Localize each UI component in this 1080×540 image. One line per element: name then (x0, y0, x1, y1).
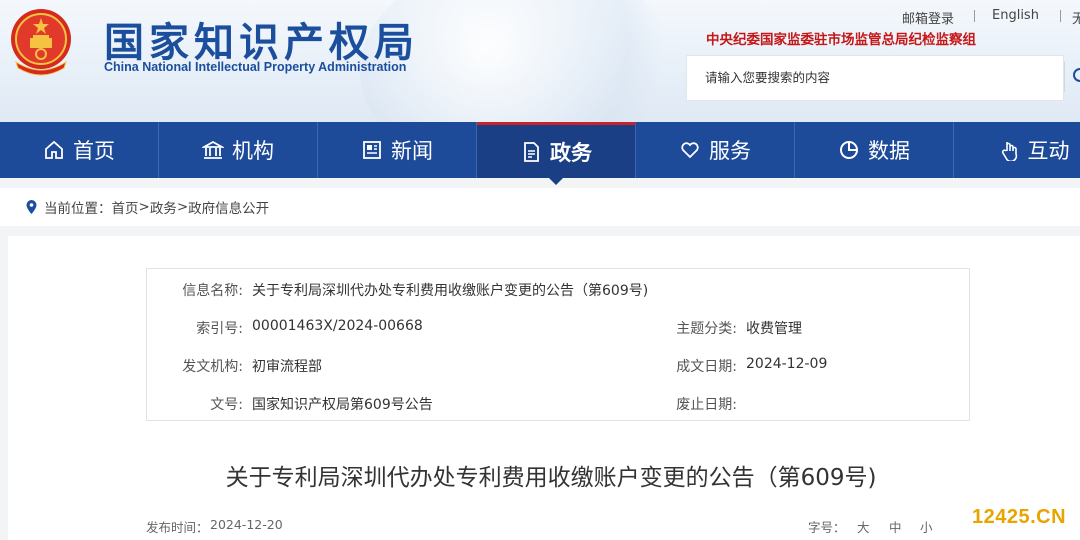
breadcrumb-info-disclosure[interactable]: 政府信息公开 (188, 197, 269, 217)
nav-item-label: 服务 (709, 139, 751, 163)
site-header: 国家知识产权局 China National Intellectual Prop… (0, 0, 1080, 122)
watermark-logo: 12425.CN (972, 506, 1067, 528)
nav-item-government-affairs[interactable]: 政务 (477, 122, 636, 185)
search-divider (1064, 62, 1065, 92)
nav-item-data[interactable]: 数据 (795, 122, 954, 178)
nav-item-services[interactable]: 服务 (636, 122, 795, 178)
inspection-group-link[interactable]: 中央纪委国家监委驻市场监管总局纪检监察组 (706, 28, 976, 48)
info-name-value: 关于专利局深圳代办处专利费用收缴账户变更的公告（第609号) (252, 283, 649, 299)
breadcrumb-separator: > (176, 199, 189, 215)
nav-item-news[interactable]: 新闻 (318, 122, 477, 178)
english-link[interactable]: English (992, 8, 1039, 23)
hand-pointer-icon (1001, 142, 1017, 161)
publish-date: 2024-12-20 (210, 517, 283, 532)
info-docno-label: 文号: (210, 397, 243, 413)
accessibility-link[interactable]: 无 (1072, 8, 1080, 27)
info-docno-value: 国家知识产权局第609号公告 (252, 397, 433, 413)
building-icon (202, 140, 224, 159)
nav-item-institutions[interactable]: 机构 (159, 122, 318, 178)
pie-chart-icon (840, 141, 858, 159)
main-nav: 首页 机构 新闻 政务 服务 数据 互动 (0, 122, 1080, 185)
nav-item-label: 机构 (232, 139, 274, 163)
info-date-label: 成文日期: (676, 359, 737, 375)
document-icon (524, 141, 539, 162)
info-date-value: 2024-12-09 (746, 356, 828, 372)
breadcrumb: 当前位置： 首页 > 政务 > 政府信息公开 (0, 188, 1080, 226)
search-input[interactable] (705, 70, 1045, 85)
info-index-label: 索引号: (196, 321, 243, 337)
info-expiry-label: 废止日期: (676, 397, 737, 413)
nav-item-label: 数据 (868, 139, 910, 163)
font-size-small-button[interactable]: 小 (920, 517, 933, 536)
breadcrumb-prefix: 当前位置： (44, 201, 112, 217)
search-icon[interactable] (1073, 68, 1080, 82)
top-link-divider (974, 10, 975, 22)
search-box (686, 55, 1064, 101)
site-subtitle: China National Intellectual Property Adm… (104, 60, 407, 74)
info-issuer-value: 初审流程部 (252, 359, 322, 375)
breadcrumb-home[interactable]: 首页 (112, 197, 139, 217)
national-emblem-icon[interactable] (6, 6, 76, 76)
info-issuer-label: 发文机构: (182, 359, 243, 375)
breadcrumb-separator: > (138, 199, 150, 215)
nav-item-label: 首页 (73, 139, 115, 163)
font-size-label: 字号： (808, 520, 846, 535)
nav-item-interaction[interactable]: 互动 (954, 122, 1080, 178)
home-icon (45, 140, 63, 159)
nav-item-label: 新闻 (391, 139, 433, 163)
heart-hand-icon (681, 142, 699, 159)
nav-item-label: 互动 (1027, 139, 1070, 163)
news-icon (363, 141, 381, 159)
info-index-value: 00001463X/2024-00668 (252, 318, 423, 334)
info-category-label: 主题分类: (676, 321, 737, 337)
location-pin-icon (26, 200, 37, 214)
breadcrumb-government-affairs[interactable]: 政务 (150, 197, 177, 217)
publish-label: 发布时间： (146, 520, 209, 535)
top-link-divider (1060, 10, 1061, 22)
info-category-value: 收费管理 (746, 321, 802, 337)
font-size-medium-button[interactable]: 中 (889, 517, 902, 536)
nav-item-label: 政务 (550, 140, 592, 165)
info-name-label: 信息名称: (182, 283, 243, 299)
mail-login-link[interactable]: 邮箱登录 (902, 8, 954, 27)
article-title: 关于专利局深圳代办处专利费用收缴账户变更的公告（第609号) (225, 465, 877, 491)
font-size-large-button[interactable]: 大 (857, 517, 870, 536)
nav-item-home[interactable]: 首页 (0, 122, 159, 178)
